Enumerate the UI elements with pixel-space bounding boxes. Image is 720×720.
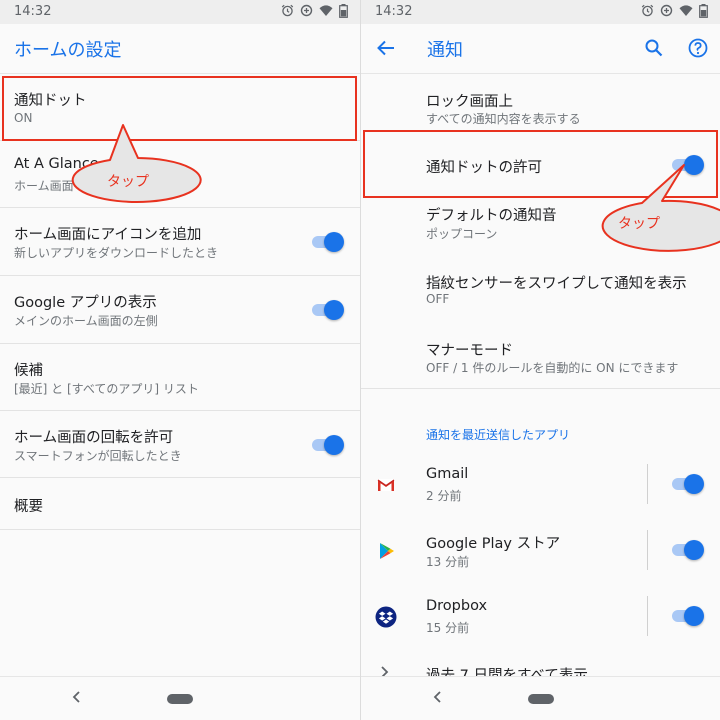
setting-lock-screen[interactable]: ロック画面上 すべての通知内容を表示する — [361, 75, 720, 135]
setting-subtitle: ポップコーン — [426, 227, 498, 241]
setting-title: デフォルトの通知音 — [426, 208, 557, 224]
setting-allow-rotation[interactable]: ホーム画面の回転を許可 スマートフォンが回転したとき — [0, 411, 360, 478]
setting-title: ホーム画面にアイコンを追加 — [14, 227, 202, 243]
app-row-gmail[interactable]: Gmail 2 分前 — [361, 452, 720, 518]
alarm-icon — [281, 4, 294, 17]
highlight-box — [363, 130, 718, 198]
status-bar: 14:32 — [0, 0, 360, 24]
help-icon[interactable] — [687, 37, 709, 59]
setting-subtitle: [最近] と [すべてのアプリ] リスト — [14, 382, 199, 396]
callout-label: タップ — [107, 174, 149, 190]
setting-subtitle: すべての通知内容を表示する — [426, 112, 581, 126]
setting-at-a-glance[interactable]: At A Glance ホーム画面 — [0, 141, 360, 208]
vertical-divider — [647, 464, 648, 504]
dropbox-toggle[interactable] — [672, 606, 704, 626]
add-icon-toggle[interactable] — [312, 232, 344, 252]
status-icons — [641, 4, 708, 18]
highlight-box — [2, 76, 357, 141]
wifi-icon — [319, 5, 333, 16]
setting-subtitle: OFF / 1 件のルールを自動的に ON にできます — [426, 361, 679, 375]
setting-suggestions[interactable]: 候補 [最近] と [すべてのアプリ] リスト — [0, 344, 360, 411]
setting-subtitle: 新しいアプリをダウンロードしたとき — [14, 246, 219, 260]
page-title: ホームの設定 — [14, 40, 122, 61]
app-bar: ホームの設定 — [0, 24, 360, 74]
app-name: Google Play ストア — [426, 536, 561, 552]
nav-home-pill[interactable] — [167, 694, 193, 704]
app-row-dropbox[interactable]: Dropbox 15 分前 — [361, 584, 720, 650]
status-time: 14:32 — [14, 4, 52, 19]
page-title: 通知 — [427, 40, 463, 61]
setting-default-sound[interactable]: デフォルトの通知音 ポップコーン — [361, 195, 720, 257]
home-settings-screen: 14:32 ホームの設定 通知ドット ON At A Glance ホーム画面 … — [0, 0, 360, 720]
alarm-icon — [641, 4, 654, 17]
gmail-toggle[interactable] — [672, 474, 704, 494]
setting-title: ロック画面上 — [426, 94, 513, 110]
status-icons — [281, 4, 348, 18]
setting-subtitle: ホーム画面 — [14, 179, 74, 193]
notifications-screen: 14:32 通知 ロック画面上 すべての通知内容を表示する 通知ドットの許可 デ… — [361, 0, 720, 720]
app-bar: 通知 — [361, 24, 720, 74]
setting-title: 指紋センサーをスワイプして通知を表示 — [426, 276, 687, 292]
navigation-bar — [361, 676, 720, 720]
screenshot-root: 14:32 ホームの設定 通知ドット ON At A Glance ホーム画面 … — [0, 0, 720, 720]
gmail-icon — [377, 479, 395, 491]
nav-back-icon[interactable] — [70, 689, 84, 705]
back-arrow-icon[interactable] — [375, 37, 397, 59]
vertical-divider — [647, 596, 648, 636]
setting-title: At A Glance — [14, 156, 99, 172]
allow-rotation-toggle[interactable] — [312, 435, 344, 455]
app-name: Gmail — [426, 466, 469, 482]
app-row-play-store[interactable]: Google Play ストア 13 分前 — [361, 518, 720, 584]
setting-title: マナーモード — [426, 343, 513, 359]
app-time: 2 分前 — [426, 489, 462, 503]
data-saver-icon — [300, 4, 313, 17]
setting-about[interactable]: 概要 — [0, 478, 360, 530]
vertical-divider — [647, 530, 648, 570]
app-time: 13 分前 — [426, 555, 470, 569]
setting-title: 概要 — [14, 499, 43, 515]
app-time: 15 分前 — [426, 621, 470, 635]
battery-icon — [339, 4, 348, 18]
status-time: 14:32 — [375, 4, 413, 19]
section-header-recent-apps: 通知を最近送信したアプリ — [426, 428, 571, 442]
setting-subtitle: OFF — [426, 292, 450, 306]
setting-do-not-disturb[interactable]: マナーモード OFF / 1 件のルールを自動的に ON にできます — [361, 323, 720, 389]
navigation-bar — [0, 676, 360, 720]
battery-icon — [699, 4, 708, 18]
setting-subtitle: スマートフォンが回転したとき — [14, 449, 182, 463]
setting-title: ホーム画面の回転を許可 — [14, 430, 174, 446]
setting-title: Google アプリの表示 — [14, 295, 157, 311]
setting-add-icon-to-home[interactable]: ホーム画面にアイコンを追加 新しいアプリをダウンロードしたとき — [0, 208, 360, 276]
setting-fingerprint-swipe[interactable]: 指紋センサーをスワイプして通知を表示 OFF — [361, 257, 720, 323]
callout-label: タップ — [618, 216, 660, 232]
dropbox-icon — [375, 606, 397, 628]
setting-subtitle: メインのホーム画面の左側 — [14, 314, 158, 328]
play-store-toggle[interactable] — [672, 540, 704, 560]
setting-title: 候補 — [14, 363, 43, 379]
setting-google-app[interactable]: Google アプリの表示 メインのホーム画面の左側 — [0, 276, 360, 344]
wifi-icon — [679, 5, 693, 16]
status-bar: 14:32 — [361, 0, 720, 24]
nav-back-icon[interactable] — [431, 689, 445, 705]
nav-home-pill[interactable] — [528, 694, 554, 704]
data-saver-icon — [660, 4, 673, 17]
play-store-icon — [380, 543, 394, 559]
app-name: Dropbox — [426, 598, 488, 614]
search-icon[interactable] — [643, 37, 665, 59]
google-app-toggle[interactable] — [312, 300, 344, 320]
